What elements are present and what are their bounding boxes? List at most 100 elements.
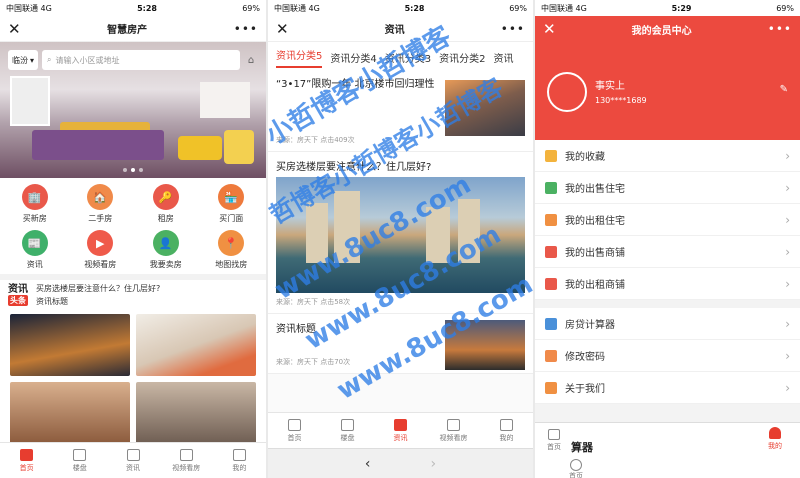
close-icon[interactable]: ✕ bbox=[276, 20, 289, 38]
dot[interactable] bbox=[131, 168, 135, 172]
category-tab[interactable]: 资讯 bbox=[494, 50, 514, 65]
tab-label: 楼盘 bbox=[72, 463, 87, 472]
tab-bar: 首页 楼盘 资讯 视频看房 我的 bbox=[268, 412, 533, 448]
tab-icon bbox=[20, 448, 34, 461]
image-tile[interactable] bbox=[10, 314, 130, 376]
user-icon bbox=[769, 427, 781, 439]
tab-0[interactable]: 首页 bbox=[268, 413, 321, 448]
menu-item[interactable]: 房贷计算器 › bbox=[535, 308, 800, 340]
menu-item[interactable]: 我的出租商铺 › bbox=[535, 268, 800, 300]
tab-3[interactable]: 视频看房 bbox=[160, 443, 213, 478]
article-card[interactable]: 买房选楼层要注意什么？住几层好? 来源：房天下 点击58次 bbox=[268, 152, 533, 314]
category-tab[interactable]: 资讯分类2 bbox=[439, 50, 485, 65]
more-icon[interactable]: ••• bbox=[501, 22, 525, 36]
tab-1[interactable]: 楼盘 bbox=[321, 413, 374, 448]
image-tile[interactable] bbox=[10, 382, 130, 444]
nav-bar: ✕ 智慧房产 ••• bbox=[0, 16, 266, 42]
image-tile[interactable] bbox=[136, 382, 256, 444]
tab-icon bbox=[73, 448, 87, 461]
menu-item[interactable]: 我的出售商铺 › bbox=[535, 236, 800, 268]
menu-icon bbox=[545, 181, 557, 194]
tab-2[interactable]: 资讯 bbox=[106, 443, 159, 478]
news-line[interactable]: 买房选楼层要注意什么？住几层好? bbox=[36, 282, 160, 295]
tab-mine[interactable]: 我的 bbox=[768, 427, 782, 451]
dot[interactable] bbox=[139, 168, 143, 172]
grid-item-5[interactable]: ▶ 视频看房 bbox=[68, 230, 134, 270]
building bbox=[458, 199, 480, 263]
banner-carousel[interactable]: 临汾 ▾ ⌕ 请输入小区或地址 ⌂ bbox=[0, 42, 266, 178]
grid-item-3[interactable]: 🏪 买门面 bbox=[199, 184, 265, 224]
article-thumbnail bbox=[445, 80, 525, 136]
tab-2[interactable]: 资讯 bbox=[374, 413, 427, 448]
article-meta: 来源：房天下 点击409次 bbox=[276, 136, 355, 144]
article-card[interactable]: 资讯标题 来源：房天下 点击70次 bbox=[268, 314, 533, 374]
page-title: 智慧房产 bbox=[107, 25, 148, 36]
close-icon[interactable]: ✕ bbox=[8, 20, 21, 38]
tab-label: 我的 bbox=[232, 463, 247, 472]
battery: 69% bbox=[776, 3, 794, 13]
carrier: 中国联通 bbox=[274, 3, 306, 13]
building bbox=[306, 203, 328, 263]
user-info: 事实上 130****1689 bbox=[595, 80, 647, 108]
tab-icon bbox=[500, 418, 513, 431]
grid-item-label: 我要卖房 bbox=[149, 260, 182, 269]
news-ticker[interactable]: 资讯 头条 买房选楼层要注意什么？住几层好? 资讯标题 bbox=[0, 274, 266, 310]
grid-item-4[interactable]: 📰 资讯 bbox=[2, 230, 68, 270]
image-tile[interactable] bbox=[136, 314, 256, 376]
edit-icon[interactable]: ✎ bbox=[780, 84, 788, 95]
tab-bar: 首页 楼盘 资讯 视频看房 我的 bbox=[0, 442, 266, 478]
forward-icon[interactable]: › bbox=[431, 456, 437, 472]
location-icon[interactable]: ⌂ bbox=[244, 53, 258, 67]
more-icon[interactable]: ••• bbox=[768, 22, 792, 36]
dot[interactable] bbox=[123, 168, 127, 172]
menu-icon bbox=[545, 213, 557, 226]
close-icon[interactable]: ✕ bbox=[543, 20, 556, 38]
avatar[interactable] bbox=[547, 72, 587, 112]
menu-item[interactable]: 我的收藏 › bbox=[535, 140, 800, 172]
search-row: 临汾 ▾ ⌕ 请输入小区或地址 ⌂ bbox=[8, 50, 258, 70]
menu-item-label: 我的收藏 bbox=[565, 152, 605, 163]
news-screen: 中国联通 4G 5:28 69% ✕ 资讯 ••• 资讯分类5 资讯分类4 资讯分类… bbox=[268, 0, 533, 478]
tab-icon bbox=[394, 418, 407, 431]
grid-item-label: 视频看房 bbox=[84, 260, 117, 269]
grid-item-7[interactable]: 📍 地图找房 bbox=[199, 230, 265, 270]
news-badge: 头条 bbox=[8, 295, 28, 306]
nav-bar: ✕ 我的会员中心 ••• bbox=[535, 16, 800, 42]
building bbox=[334, 191, 360, 263]
news-line[interactable]: 资讯标题 bbox=[36, 295, 160, 308]
category-tab[interactable]: 资讯分类5 bbox=[276, 47, 323, 68]
browser-bar: ‹ › bbox=[268, 448, 533, 478]
category-tab[interactable]: 资讯分类4 bbox=[330, 50, 376, 65]
back-icon[interactable]: ‹ bbox=[365, 456, 371, 472]
tab-label: 首页 bbox=[287, 433, 302, 442]
tab-4[interactable]: 我的 bbox=[480, 413, 533, 448]
more-icon[interactable]: ••• bbox=[234, 22, 258, 36]
chevron-down-icon: ▾ bbox=[30, 55, 35, 65]
user-name: 事实上 bbox=[595, 81, 625, 92]
tab-3[interactable]: 视频看房 bbox=[427, 413, 480, 448]
search-input[interactable]: ⌕ 请输入小区或地址 bbox=[42, 50, 240, 70]
battery: 69% bbox=[509, 3, 527, 13]
grid-item-2[interactable]: 🔑 租房 bbox=[133, 184, 199, 224]
city-select[interactable]: 临汾 ▾ bbox=[8, 50, 39, 70]
menu-item-label: 我的出租商铺 bbox=[565, 280, 625, 291]
tab-icon bbox=[288, 418, 301, 431]
menu-item[interactable]: 修改密码 › bbox=[535, 340, 800, 372]
tab-1[interactable]: 楼盘 bbox=[53, 443, 106, 478]
tab-0[interactable]: 首页 bbox=[0, 443, 53, 478]
article-thumbnail bbox=[445, 320, 525, 370]
tab-4[interactable]: 我的 bbox=[213, 443, 266, 478]
menu-item[interactable]: 我的出租住宅 › bbox=[535, 204, 800, 236]
menu-item[interactable]: 我的出售住宅 › bbox=[535, 172, 800, 204]
tab-home[interactable]: 首页 bbox=[547, 429, 561, 452]
grid-item-label: 买新房 bbox=[22, 214, 47, 223]
grid-item-6[interactable]: 👤 我要卖房 bbox=[133, 230, 199, 270]
grid-item-1[interactable]: 🏠 二手房 bbox=[68, 184, 134, 224]
article-card[interactable]: “3•17”限购一年 北京楼市回归理性 来源：房天下 点击409次 bbox=[268, 72, 533, 152]
grid-item-label: 买门面 bbox=[219, 214, 244, 223]
menu-item[interactable]: 关于我们 › bbox=[535, 372, 800, 404]
category-tab[interactable]: 资讯分类3 bbox=[385, 50, 431, 65]
grid-item-0[interactable]: 🏢 买新房 bbox=[2, 184, 68, 224]
category-grid: 🏢 买新房 🏠 二手房 🔑 租房 🏪 买门面 📰 资讯 ▶ 视频看房 👤 我要卖房 📍 地图找房 bbox=[0, 178, 266, 274]
menu-icon bbox=[545, 277, 557, 290]
